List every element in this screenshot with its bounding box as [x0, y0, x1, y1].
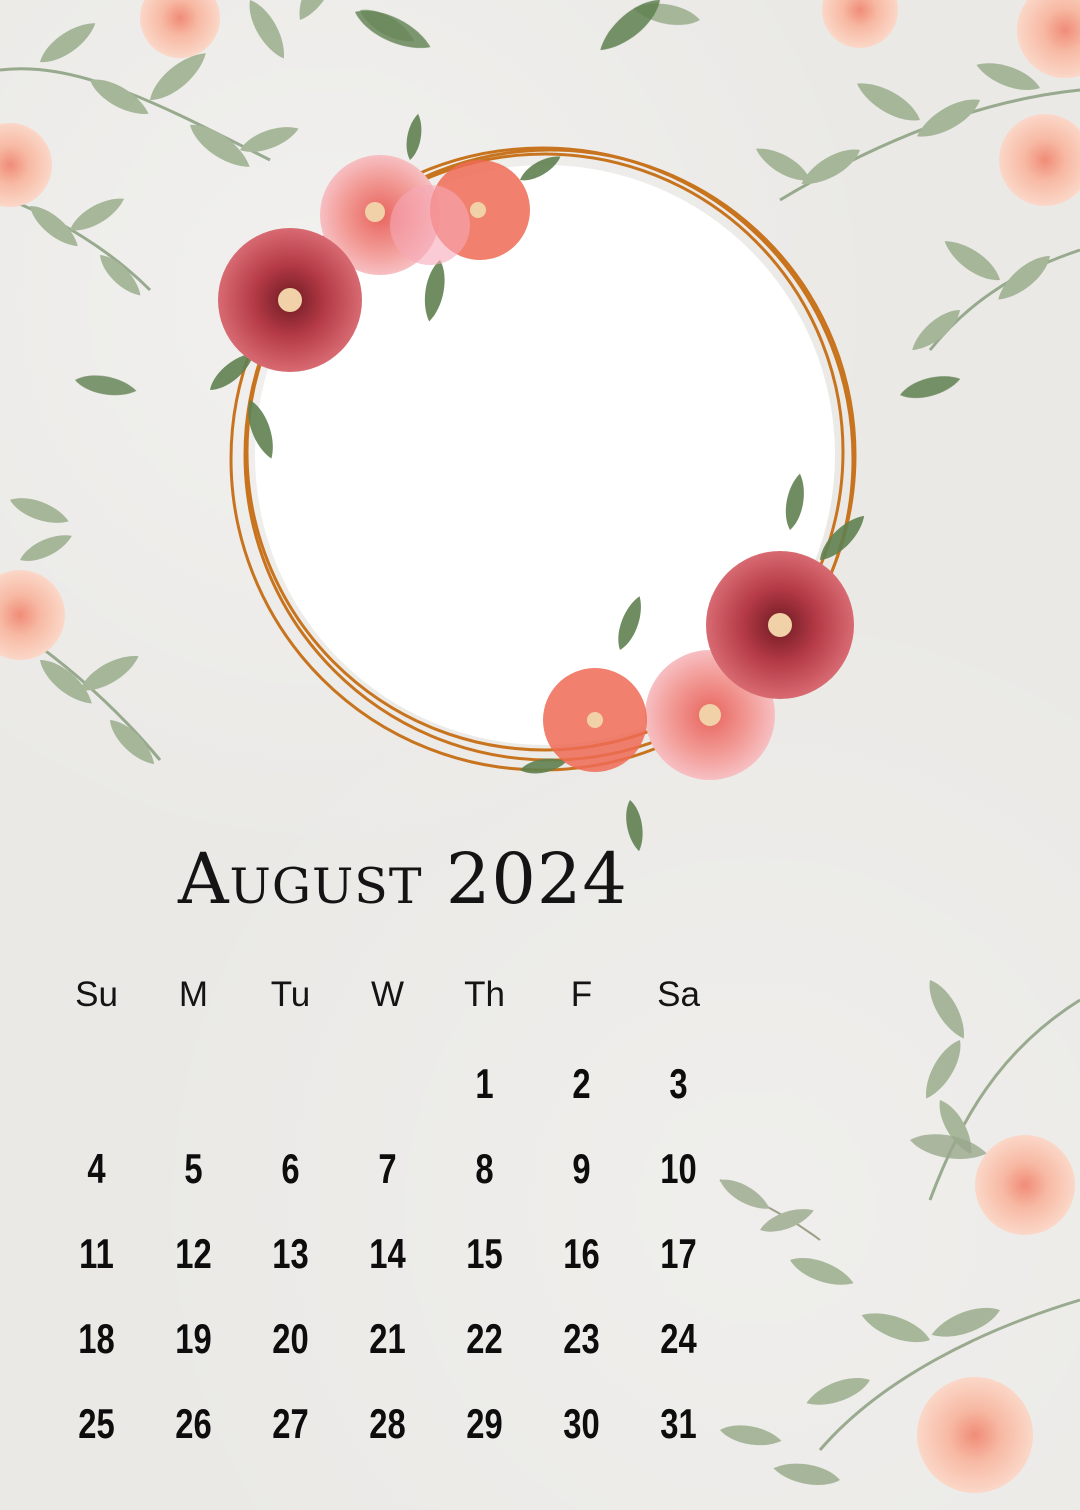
day-cell: 18	[78, 1315, 115, 1362]
peach-rose-right	[999, 114, 1080, 206]
week-row: 4 5 6 7 8 9 10	[48, 1138, 728, 1223]
peach-rose-top-right-2	[822, 0, 898, 48]
day-cell: 16	[563, 1230, 600, 1277]
calendar-title: August 2024	[178, 838, 628, 920]
leaf-right-small	[897, 370, 963, 404]
week-row: 1 2 3	[48, 1053, 728, 1138]
leaf-top-right-dark	[593, 0, 668, 59]
calendar-days: 1 2 3 4 5 6 7 8 9 10 11 12 13 14 15 16 1…	[48, 1053, 728, 1478]
day-cell: 22	[466, 1315, 503, 1362]
calendar-grid: Su M Tu W Th F Sa 1 2 3 4 5 6 7 8 9 10 1…	[48, 968, 728, 1478]
peach-rose-bottom-right	[975, 1135, 1075, 1235]
day-cell: 23	[563, 1315, 600, 1362]
day-cell: 15	[466, 1230, 503, 1277]
day-cell: 14	[369, 1230, 406, 1277]
weekday-label: W	[370, 975, 405, 1014]
day-cell: 9	[572, 1145, 591, 1192]
day-cell	[59, 1053, 135, 1138]
month-name: August	[178, 838, 423, 920]
year: 2024	[445, 838, 628, 920]
leaves-bottom-right-branch	[715, 1128, 989, 1241]
day-cell: 25	[78, 1400, 115, 1447]
day-cell: 29	[466, 1400, 503, 1447]
day-cell: 8	[475, 1145, 494, 1192]
day-cell: 31	[660, 1400, 697, 1447]
day-cell: 26	[175, 1400, 212, 1447]
day-cell: 4	[87, 1145, 106, 1192]
day-cell: 3	[669, 1060, 688, 1107]
day-cell: 6	[281, 1145, 300, 1192]
day-cell: 17	[660, 1230, 697, 1277]
day-cell: 5	[184, 1145, 203, 1192]
day-cell: 21	[369, 1315, 406, 1362]
day-cell	[253, 1053, 329, 1138]
peach-rose-bottom-right-2	[917, 1377, 1033, 1493]
weekday-label: M	[178, 975, 209, 1014]
day-cell: 10	[660, 1145, 697, 1192]
peach-rose-top-left	[0, 123, 52, 207]
weekday-label: Sa	[657, 975, 700, 1014]
day-cell: 11	[79, 1230, 114, 1277]
day-cell: 7	[378, 1145, 397, 1192]
weekday-header: Su M Tu W Th F Sa	[48, 968, 728, 1022]
day-cell: 13	[272, 1230, 309, 1277]
week-row: 11 12 13 14 15 16 17	[48, 1223, 728, 1308]
day-cell: 24	[660, 1315, 697, 1362]
weekday-label: F	[570, 975, 593, 1014]
week-row: 25 26 27 28 29 30 31	[48, 1393, 728, 1478]
peach-rose-top-right	[1017, 0, 1080, 78]
day-cell: 30	[563, 1400, 600, 1447]
day-cell: 19	[175, 1315, 212, 1362]
peach-rose-top-left-2	[140, 0, 220, 58]
peach-rose-left	[0, 570, 65, 660]
day-cell	[350, 1053, 426, 1138]
day-cell: 20	[272, 1315, 309, 1362]
day-cell	[156, 1053, 232, 1138]
day-cell: 12	[175, 1230, 212, 1277]
weekday-label: Su	[75, 975, 118, 1014]
weekday-label: Tu	[270, 975, 311, 1014]
day-cell: 2	[572, 1060, 591, 1107]
day-cell: 28	[369, 1400, 406, 1447]
day-cell: 27	[272, 1400, 309, 1447]
weekday-label: Th	[464, 975, 505, 1014]
day-cell: 1	[475, 1060, 494, 1107]
week-row: 18 19 20 21 22 23 24	[48, 1308, 728, 1393]
